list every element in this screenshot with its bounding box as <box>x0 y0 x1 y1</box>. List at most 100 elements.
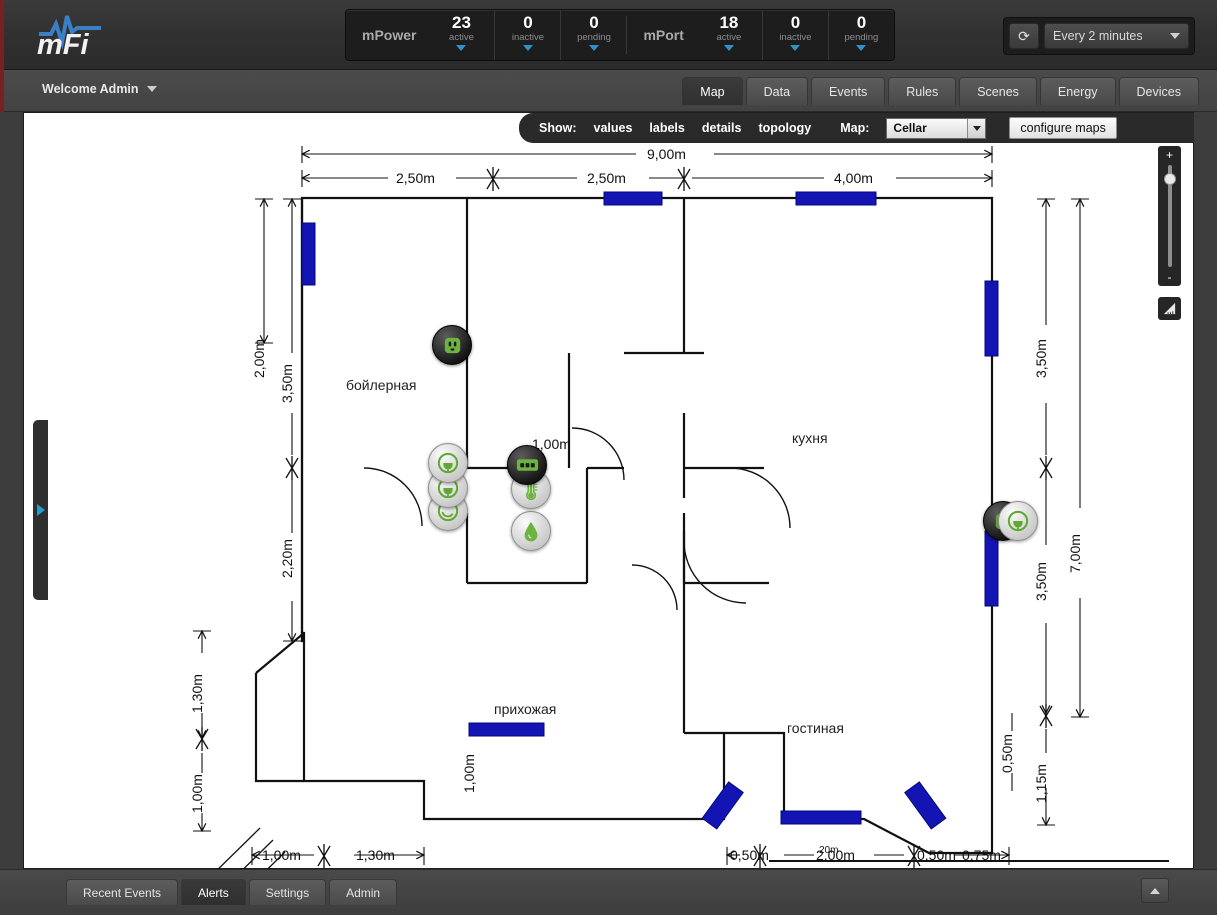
footer-tab-alerts[interactable]: Alerts <box>181 879 246 905</box>
chevron-down-icon <box>856 45 866 51</box>
footer-tab-label: Settings <box>266 886 309 900</box>
counter-mport-pending[interactable]: 0 pending <box>828 10 894 60</box>
dim-left-4: 1,30m <box>189 674 205 713</box>
scale-bar-label: 20m <box>819 845 838 856</box>
configure-maps-label: configure maps <box>1020 121 1105 135</box>
tab-rules[interactable]: Rules <box>888 77 956 105</box>
mport-icon <box>515 455 540 475</box>
footer-tab-label: Alerts <box>198 886 229 900</box>
map-canvas[interactable]: бойлерная кухня прихожая гостиная 9,00m … <box>23 112 1194 869</box>
mpower-outlet-icon <box>441 334 464 357</box>
counter-label: pending <box>845 32 879 44</box>
tab-label: Scenes <box>977 85 1019 99</box>
chevron-down-icon <box>456 45 466 51</box>
footer-collapse-button[interactable] <box>1141 878 1169 903</box>
user-menu[interactable]: Welcome Admin <box>42 82 157 96</box>
footer-tab-label: Admin <box>346 886 380 900</box>
navbar-accent-stripe <box>0 70 4 112</box>
footer-bar: Recent Events Alerts Settings Admin <box>0 869 1217 915</box>
show-option-values[interactable]: values <box>594 121 633 135</box>
tab-scenes[interactable]: Scenes <box>959 77 1037 105</box>
device-marker-mpower-outlet-1[interactable] <box>432 325 472 365</box>
header-accent-stripe <box>0 0 4 70</box>
refresh-icon[interactable]: ⟳ <box>1009 23 1039 49</box>
dim-left-1: 2,00m <box>251 339 267 378</box>
counter-group-mpower-label: mPower <box>346 10 428 60</box>
zoom-slider-knob[interactable] <box>1164 173 1176 185</box>
tab-label: Map <box>700 85 724 99</box>
zoom-slider-track[interactable] <box>1168 165 1172 267</box>
floorplan-drawing: бойлерная кухня прихожая гостиная 9,00m … <box>24 113 1195 870</box>
refresh-interval-select[interactable]: Every 2 minutes <box>1044 23 1189 49</box>
chevron-down-icon[interactable] <box>967 119 985 138</box>
dim-bottom-3: 0,50m <box>730 847 769 863</box>
footer-tab-recent-events[interactable]: Recent Events <box>66 879 178 905</box>
tab-energy[interactable]: Energy <box>1040 77 1116 105</box>
dim-top-1: 2,50m <box>396 170 435 186</box>
chevron-down-icon <box>1170 33 1180 39</box>
device-status-counters: mPower 23 active 0 inactive 0 pending mP… <box>345 9 895 61</box>
counter-mpower-inactive[interactable]: 0 inactive <box>494 10 560 60</box>
dim-bottom-5: 0,50m <box>917 847 956 863</box>
footer-tab-admin[interactable]: Admin <box>329 879 397 905</box>
dim-left-2: 3,50m <box>279 364 295 403</box>
counter-mpower-active[interactable]: 23 active <box>428 10 494 60</box>
show-option-labels[interactable]: labels <box>649 121 684 135</box>
show-option-details[interactable]: details <box>702 121 742 135</box>
dim-bottom-6: 0,75m <box>962 847 1001 863</box>
dim-left-3: 2,20m <box>279 539 295 578</box>
footer-tab-settings[interactable]: Settings <box>249 879 326 905</box>
counter-mpower-pending[interactable]: 0 pending <box>560 10 626 60</box>
configure-maps-button[interactable]: configure maps <box>1009 117 1116 139</box>
device-marker-mport-1[interactable] <box>507 445 547 485</box>
dim-top-2: 2,50m <box>587 170 626 186</box>
dim-top-3: 4,00m <box>834 170 873 186</box>
plug-icon <box>437 452 459 474</box>
counter-value: 0 <box>857 14 866 32</box>
counter-label: pending <box>577 32 611 44</box>
counter-label: inactive <box>512 32 544 44</box>
water-drop-icon <box>520 519 542 543</box>
device-marker-plug-4[interactable] <box>998 501 1038 541</box>
zoom-in-button[interactable]: + <box>1166 149 1173 161</box>
tab-map[interactable]: Map <box>682 77 742 105</box>
room-label-living: гостиная <box>787 720 844 736</box>
tab-data[interactable]: Data <box>746 77 808 105</box>
map-selector[interactable]: Cellar <box>886 118 986 139</box>
dim-right-1: 3,50m <box>1033 339 1049 378</box>
dim-right-4: 1,15m <box>1033 764 1049 803</box>
counter-label: active <box>449 32 474 44</box>
app-header: mFi mPower 23 active 0 inactive 0 pendin… <box>0 0 1217 70</box>
counter-mport-active[interactable]: 18 active <box>696 10 762 60</box>
measure-tool-button[interactable] <box>1158 297 1181 320</box>
device-marker-plug-1[interactable] <box>428 443 468 483</box>
refresh-control: ⟳ Every 2 minutes <box>1003 17 1195 55</box>
tab-events[interactable]: Events <box>811 77 885 105</box>
device-marker-water-sensor[interactable] <box>511 511 551 551</box>
room-label-hallway: прихожая <box>494 701 556 717</box>
chevron-down-icon <box>589 45 599 51</box>
svg-text:mFi: mFi <box>37 29 90 58</box>
chevron-down-icon <box>790 45 800 51</box>
welcome-label: Welcome Admin <box>42 82 139 96</box>
counter-value: 0 <box>523 14 532 32</box>
tab-label: Data <box>764 85 790 99</box>
dim-right-5: 0,50m <box>999 734 1015 773</box>
footer-tab-label: Recent Events <box>83 886 161 900</box>
counter-value: 23 <box>452 14 471 32</box>
counter-label: active <box>717 32 742 44</box>
counter-mport-inactive[interactable]: 0 inactive <box>762 10 828 60</box>
chevron-down-icon <box>724 45 734 51</box>
tab-devices[interactable]: Devices <box>1119 77 1199 105</box>
map-zoom-control[interactable]: + - <box>1158 146 1181 286</box>
zoom-out-button[interactable]: - <box>1168 271 1172 283</box>
side-panel-toggle[interactable] <box>33 420 48 600</box>
plug-icon <box>1007 510 1029 532</box>
tab-label: Rules <box>906 85 938 99</box>
counter-value: 18 <box>719 14 738 32</box>
tab-label: Devices <box>1137 85 1181 99</box>
map-show-toolbar: Show: values labels details topology Map… <box>519 113 1194 143</box>
show-option-topology[interactable]: topology <box>758 121 811 135</box>
mfi-logo[interactable]: mFi <box>33 10 105 58</box>
counter-group-mport-label: mPort <box>627 10 695 60</box>
